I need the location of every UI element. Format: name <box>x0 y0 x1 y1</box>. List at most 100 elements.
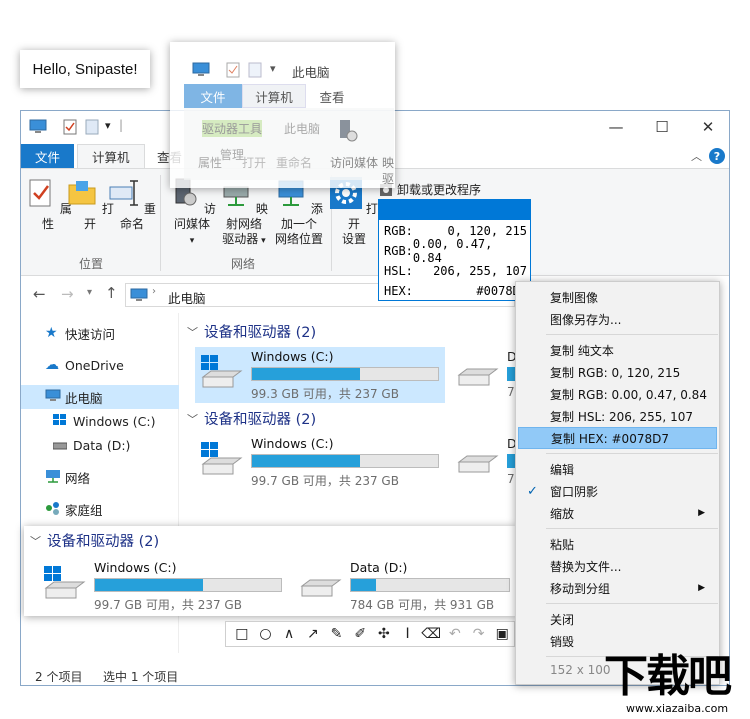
new-folder-icon[interactable] <box>85 119 99 135</box>
check-icon: ✓ <box>527 483 538 499</box>
breadcrumb-chevron-icon[interactable]: › <box>152 286 156 297</box>
manage-label: 管理 <box>220 148 245 162</box>
watermark-text: 下载吧 <box>604 651 732 702</box>
menu-item-copy-image[interactable]: 复制图像 <box>518 286 717 308</box>
windows-drive-icon <box>201 442 243 475</box>
menu-item-save-image-as[interactable]: 图像另存为... <box>518 308 717 330</box>
redo-button[interactable]: ↷ <box>467 623 491 645</box>
hello-snip[interactable]: Hello, Snipaste! <box>20 50 150 88</box>
ribbon-snip[interactable]: ▾ 此电脑 文件 计算机 查看 驱动器工具 此电脑 属性 管理 打开 重命名 访… <box>170 42 395 188</box>
cloud-icon: ☁ <box>45 357 59 373</box>
drives-snip[interactable]: ﹀ 设备和驱动器 (2) Windows (C:) 99.7 GB 可用，共 23… <box>24 526 516 616</box>
section-header[interactable]: ﹀ 设备和驱动器 (2) <box>187 321 316 342</box>
ellipse-tool[interactable]: ○ <box>254 623 278 645</box>
customize-quick-access-icon: ▾ <box>270 62 276 75</box>
menu-item-zoom[interactable]: 缩放 ▶ <box>518 502 717 524</box>
color-hsl-row: HSL: 206, 255, 107 <box>384 261 527 281</box>
access-media-dropdown-icon: ▾ <box>189 236 195 246</box>
drive-icon <box>52 438 73 453</box>
menu-item-edit[interactable]: 编辑 <box>518 458 717 480</box>
undo-icon: ↶ <box>449 626 461 642</box>
tab-computer[interactable]: 计算机 <box>77 144 145 168</box>
annotation-toolbar: □ ○ ∧ ↗ ✎ ✐ ✣ I ⌫ ↶ ↷ ▣ <box>225 621 515 647</box>
section-title: 设备和驱动器 (2) <box>204 412 317 428</box>
nav-label: OneDrive <box>65 357 124 373</box>
menu-item-paste[interactable]: 粘贴 <box>518 533 717 555</box>
menu-separator <box>546 334 718 335</box>
section-title: 设备和驱动器 (2) <box>47 534 160 550</box>
map-label: 映 <box>382 156 395 170</box>
nav-item-onedrive[interactable]: ☁ OneDrive <box>21 353 179 377</box>
close-button[interactable]: ✕ <box>685 115 731 139</box>
drive-name: Data (D:) <box>350 560 408 575</box>
menu-item-destroy[interactable]: 销毁 <box>518 630 717 652</box>
drive-tile-windows-c[interactable]: Windows (C:) 99.7 GB 可用，共 237 GB <box>195 434 445 490</box>
menu-item-copy-rgb-float[interactable]: 复制 RGB: 0.00, 0.47, 0.84 <box>518 383 717 405</box>
nav-item-quick-access[interactable]: ★ 快速访问 <box>21 321 179 345</box>
drive-usage-fill <box>252 368 360 380</box>
drive-tile-windows-c: Windows (C:) 99.7 GB 可用，共 237 GB <box>38 558 288 614</box>
nav-item-windows-c[interactable]: Windows (C:) <box>21 409 179 433</box>
text-tool[interactable]: I <box>396 623 420 645</box>
menu-item-copy-hsl[interactable]: 复制 HSL: 206, 255, 107 <box>518 405 717 427</box>
menu-item-copy-plain-text[interactable]: 复制 纯文本 <box>518 339 717 361</box>
nav-item-network[interactable]: 网络 <box>21 465 179 489</box>
drive-space-info: 99.7 GB 可用，共 237 GB <box>251 474 399 488</box>
menu-item-close[interactable]: 关闭 <box>518 608 717 630</box>
recent-locations-icon[interactable]: ▾ <box>87 287 92 298</box>
drive-tile-data-d[interactable]: D 78 <box>451 347 522 403</box>
drive-tile-windows-c[interactable]: Windows (C:) 99.3 GB 可用，共 237 GB <box>195 347 445 403</box>
watermark-url: www.xiazaiba.com <box>626 702 729 715</box>
nav-item-this-pc[interactable]: 此电脑 <box>21 385 179 409</box>
section-header[interactable]: ﹀ 设备和驱动器 (2) <box>187 408 316 429</box>
marker-icon: ✐ <box>354 626 367 642</box>
polyline-tool[interactable]: ∧ <box>277 623 301 645</box>
color-swatch <box>379 200 530 220</box>
rename-icon <box>109 180 139 206</box>
menu-label: 缩放 <box>550 506 575 521</box>
drive-space-info: 784 GB 可用，共 931 GB <box>350 598 495 612</box>
tab-file[interactable]: 文件 <box>21 144 75 168</box>
back-arrow-icon[interactable]: ← <box>33 285 46 303</box>
eraser-tool[interactable]: ⌫ <box>419 623 443 645</box>
pencil-tool[interactable]: ✎ <box>325 623 349 645</box>
rename-button[interactable]: 重命名 <box>107 177 157 232</box>
open-settings-label-2: 设置 <box>341 232 366 246</box>
menu-separator <box>546 603 718 604</box>
customize-quick-access-icon[interactable]: ▾ <box>105 119 111 132</box>
minimize-button[interactable]: — <box>593 115 639 139</box>
properties-icon[interactable] <box>63 119 77 135</box>
up-arrow-icon[interactable]: ↑ <box>105 284 118 302</box>
ribbon-separator <box>160 175 161 271</box>
menu-item-window-shadow[interactable]: ✓ 窗口阴影 <box>518 480 717 502</box>
rectangle-tool[interactable]: □ <box>230 623 254 645</box>
arrow-tool[interactable]: ↗ <box>301 623 325 645</box>
text-cursor-icon: I <box>405 626 410 642</box>
nav-item-homegroup[interactable]: 家庭组 <box>21 497 179 521</box>
marker-tool[interactable]: ✐ <box>348 623 372 645</box>
minimize-icon: — <box>608 118 624 136</box>
undo-button[interactable]: ↶ <box>443 623 467 645</box>
tab-view: 查看 <box>319 89 345 105</box>
drive-tile-data-d[interactable]: D 78 <box>451 434 522 490</box>
add-location-label-2: 网络位置 <box>274 232 323 246</box>
nav-label: 家庭组 <box>65 502 103 518</box>
maximize-button[interactable]: ☐ <box>639 115 685 139</box>
drive-usage-fill <box>252 455 360 467</box>
pencil-icon: ✎ <box>330 626 343 642</box>
menu-item-copy-rgb[interactable]: 复制 RGB: 0, 120, 215 <box>518 361 717 383</box>
drive-space-info: 99.7 GB 可用，共 237 GB <box>94 598 242 612</box>
save-button[interactable]: ▣ <box>490 623 514 645</box>
forward-arrow-icon[interactable]: → <box>61 285 74 303</box>
menu-item-move-to-group[interactable]: 移动到分组 ▶ <box>518 577 717 599</box>
menu-item-copy-hex[interactable]: 复制 HEX: #0078D7 <box>518 427 717 449</box>
menu-item-replace-with-file[interactable]: 替换为文件... <box>518 555 717 577</box>
help-icon[interactable]: ? <box>709 148 725 164</box>
mosaic-tool[interactable]: ✣ <box>372 623 396 645</box>
section-header: ﹀ 设备和驱动器 (2) <box>30 530 159 551</box>
polyline-icon: ∧ <box>284 626 295 642</box>
drive-usage-fill <box>351 579 377 591</box>
collapse-ribbon-icon[interactable]: ︿ <box>691 148 702 164</box>
nav-item-data-d[interactable]: Data (D:) <box>21 433 179 457</box>
new-folder-icon <box>248 62 262 78</box>
